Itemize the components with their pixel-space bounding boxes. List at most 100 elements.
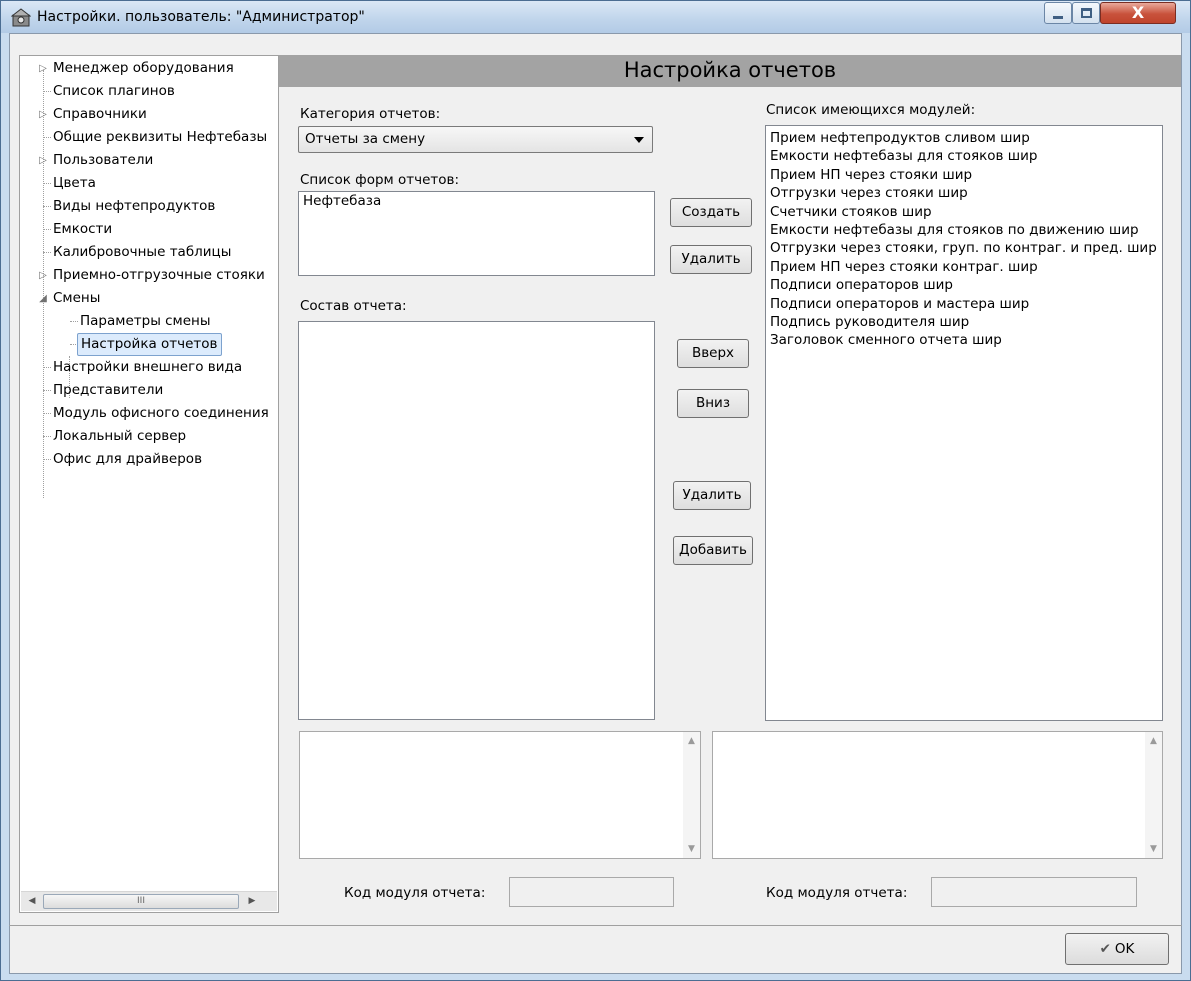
tree-item[interactable]: Настройка отчетов xyxy=(20,333,278,356)
expand-icon[interactable]: ▷ xyxy=(37,149,49,172)
right-preview-memo[interactable]: ▲ ▼ xyxy=(712,731,1163,859)
composition-label: Состав отчета: xyxy=(300,298,407,314)
tree-item[interactable]: Настройки внешнего вида xyxy=(20,356,278,379)
ok-button[interactable]: ✔ OK xyxy=(1065,933,1169,965)
scroll-down-icon[interactable]: ▼ xyxy=(683,844,700,854)
memo-scrollbar[interactable]: ▲ ▼ xyxy=(683,732,700,858)
ok-button-label: OK xyxy=(1114,941,1135,957)
tree-item[interactable]: Общие реквизиты Нефтебазы xyxy=(20,126,278,149)
tree-item[interactable]: Цвета xyxy=(20,172,278,195)
forms-label: Список форм отчетов: xyxy=(300,172,460,188)
tree-item-label: Менеджер оборудования xyxy=(53,60,234,76)
title-bar[interactable]: Настройки. пользователь: "Администратор"… xyxy=(1,1,1190,33)
tree-item-label: Общие реквизиты Нефтебазы xyxy=(53,129,268,145)
checkmark-icon: ✔ xyxy=(1099,941,1111,957)
settings-tree[interactable]: ▷ Менеджер оборудования Список плагинов ▷ Сп… xyxy=(19,55,279,913)
module-list-item[interactable]: Емкости нефтебазы для стояков шир xyxy=(766,147,1162,165)
tree-item-label: Локальный сервер xyxy=(53,428,187,444)
maximize-icon xyxy=(1080,8,1092,18)
tree-item-label: Настройки внешнего вида xyxy=(53,359,243,375)
module-code-field-right[interactable] xyxy=(931,877,1137,907)
settings-window: Настройки. пользователь: "Администратор"… xyxy=(0,0,1191,981)
tree-item-label: Смены xyxy=(53,290,101,306)
tree-item[interactable]: Параметры смены xyxy=(20,310,278,333)
expand-icon[interactable]: ▷ xyxy=(37,103,49,126)
maximize-button[interactable] xyxy=(1072,2,1100,24)
scroll-left-icon[interactable]: ◀ xyxy=(23,892,41,910)
category-select[interactable]: Отчеты за смену xyxy=(298,126,653,153)
module-list-item[interactable]: Подпись руководителя шир xyxy=(766,313,1162,331)
tree-item[interactable]: ▷ Справочники xyxy=(20,103,278,126)
tree-item-label: Офис для драйверов xyxy=(53,451,203,467)
footer-divider xyxy=(9,925,1182,926)
module-list-item[interactable]: Заголовок сменного отчета шир xyxy=(766,331,1162,349)
tree-item[interactable]: ▷ Приемно-отгрузочные стояки xyxy=(20,264,278,287)
scroll-up-icon[interactable]: ▲ xyxy=(683,736,700,746)
module-code-label-left: Код модуля отчета: xyxy=(344,885,486,901)
tree-item[interactable]: ◢ Смены xyxy=(20,287,278,310)
scroll-up-icon[interactable]: ▲ xyxy=(1145,736,1162,746)
panel-title: Настройка отчетов xyxy=(279,55,1181,87)
forms-listbox[interactable]: Нефтебаза xyxy=(298,191,655,276)
tree-item-label: Настройка отчетов xyxy=(77,333,222,356)
scroll-down-icon[interactable]: ▼ xyxy=(1145,844,1162,854)
left-preview-memo[interactable]: ▲ ▼ xyxy=(299,731,701,859)
module-list-item[interactable]: Прием НП через стояки контраг. шир xyxy=(766,258,1162,276)
tree-item[interactable]: Локальный сервер xyxy=(20,425,278,448)
scroll-thumb[interactable]: III xyxy=(43,894,239,909)
tree-item[interactable]: Модуль офисного соединения xyxy=(20,402,278,425)
tree-item[interactable]: Список плагинов xyxy=(20,80,278,103)
move-up-button[interactable]: Вверх xyxy=(677,339,749,368)
tree-item-label: Пользователи xyxy=(53,152,154,168)
tree-item-label: Емкости xyxy=(53,221,113,237)
module-code-field-left[interactable] xyxy=(509,877,674,907)
close-icon: X xyxy=(1131,3,1145,22)
tree-item[interactable]: Виды нефтепродуктов xyxy=(20,195,278,218)
tree-item[interactable]: ▷ Пользователи xyxy=(20,149,278,172)
tree-item[interactable]: Емкости xyxy=(20,218,278,241)
window-title: Настройки. пользователь: "Администратор" xyxy=(37,9,365,25)
module-list-item[interactable]: Отгрузки через стояки, груп. по контраг.… xyxy=(766,239,1162,257)
category-label: Категория отчетов: xyxy=(300,106,441,122)
tree-item-label: Параметры смены xyxy=(80,313,211,329)
tree-item-label: Виды нефтепродуктов xyxy=(53,198,216,214)
tree-horizontal-scrollbar[interactable]: ◀ III ▶ xyxy=(21,891,277,911)
tree-item-label: Справочники xyxy=(53,106,147,122)
module-list-item[interactable]: Прием нефтепродуктов сливом шир xyxy=(766,129,1162,147)
scroll-right-icon[interactable]: ▶ xyxy=(243,892,261,910)
composition-listbox[interactable] xyxy=(298,321,655,720)
create-form-button[interactable]: Создать xyxy=(670,198,752,227)
tree-item[interactable]: ▷ Менеджер оборудования xyxy=(20,57,278,80)
memo-scrollbar[interactable]: ▲ ▼ xyxy=(1145,732,1162,858)
tree-item[interactable]: Калибровочные таблицы xyxy=(20,241,278,264)
expand-icon[interactable]: ▷ xyxy=(37,264,49,287)
tree-item[interactable]: Представители xyxy=(20,379,278,402)
tree-item-label: Список плагинов xyxy=(53,83,175,99)
delete-form-button[interactable]: Удалить xyxy=(670,245,752,274)
module-list-item[interactable]: Емкости нефтебазы для стояков по движени… xyxy=(766,221,1162,239)
minimize-icon xyxy=(1053,16,1063,19)
tree-item-label: Цвета xyxy=(53,175,96,191)
modules-listbox[interactable]: Прием нефтепродуктов сливом шир Емкости н… xyxy=(765,125,1163,721)
module-list-item[interactable]: Подписи операторов шир xyxy=(766,276,1162,294)
module-list-item[interactable]: Счетчики стояков шир xyxy=(766,203,1162,221)
add-item-button[interactable]: Добавить xyxy=(673,536,753,565)
move-down-button[interactable]: Вниз xyxy=(677,389,749,418)
chevron-down-icon xyxy=(634,137,644,143)
close-button[interactable]: X xyxy=(1100,2,1176,24)
modules-label: Список имеющихся модулей: xyxy=(766,102,976,118)
collapse-icon[interactable]: ◢ xyxy=(37,287,49,310)
tree-item-label: Приемно-отгрузочные стояки xyxy=(53,267,265,283)
minimize-button[interactable] xyxy=(1044,2,1072,24)
app-icon xyxy=(11,8,31,27)
expand-icon[interactable]: ▷ xyxy=(37,57,49,80)
module-list-item[interactable]: Прием НП через стояки шир xyxy=(766,166,1162,184)
form-list-item[interactable]: Нефтебаза xyxy=(299,192,654,210)
tree-item[interactable]: Офис для драйверов xyxy=(20,448,278,471)
module-list-item[interactable]: Отгрузки через стояки шир xyxy=(766,184,1162,202)
module-list-item[interactable]: Подписи операторов и мастера шир xyxy=(766,295,1162,313)
tree-item-label: Калибровочные таблицы xyxy=(53,244,232,260)
tree-item-label: Представители xyxy=(53,382,164,398)
remove-item-button[interactable]: Удалить xyxy=(673,481,751,510)
tree-item-label: Модуль офисного соединения xyxy=(53,405,269,421)
